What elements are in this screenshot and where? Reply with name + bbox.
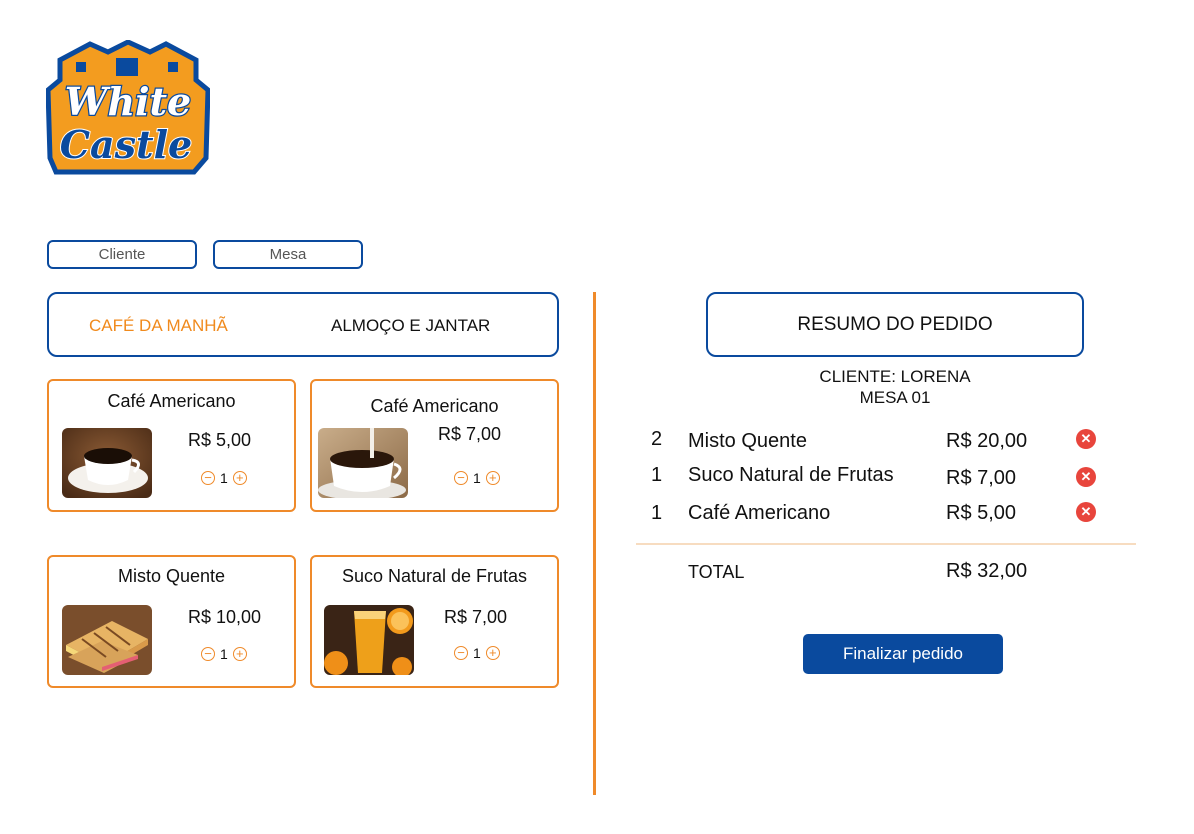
mesa-input[interactable] — [213, 240, 363, 269]
minus-icon[interactable]: − — [201, 471, 215, 485]
quantity-stepper: − 1 + — [201, 470, 247, 486]
product-card[interactable]: Café Americano R$ 5,00 − 1 + — [47, 379, 296, 512]
order-item-name: Café Americano — [688, 502, 831, 524]
tab-cafe-da-manha[interactable]: CAFÉ DA MANHÃ — [89, 294, 228, 355]
order-item-price: R$ 7,00 — [946, 467, 1017, 489]
grilled-sandwich-image — [62, 605, 152, 675]
svg-text:White: White — [65, 79, 191, 124]
remove-item-icon[interactable]: ✕ — [1076, 429, 1096, 449]
quantity-value: 1 — [473, 470, 481, 486]
plus-icon[interactable]: + — [232, 471, 247, 485]
remove-item-icon[interactable]: ✕ — [1076, 502, 1096, 522]
product-card[interactable]: Café Americano R$ 7,00 − 1 + — [310, 379, 559, 512]
plus-icon[interactable]: + — [232, 647, 247, 661]
tab-almoco-e-jantar[interactable]: ALMOÇO E JANTAR — [331, 294, 490, 355]
minus-icon[interactable]: − — [201, 647, 215, 661]
product-name: Suco Natural de Frutas — [341, 566, 528, 586]
remove-item-icon[interactable]: ✕ — [1076, 467, 1096, 487]
product-name: Café Americano — [107, 391, 236, 411]
quantity-stepper: − 1 + — [201, 646, 247, 662]
product-price: R$ 7,00 — [438, 424, 502, 444]
summary-mesa: MESA 01 — [859, 388, 931, 407]
order-item-qty: 1 — [651, 464, 663, 486]
summary-divider — [636, 543, 1136, 545]
quantity-value: 1 — [220, 646, 228, 662]
plus-icon[interactable]: + — [485, 646, 500, 660]
coffee-cup-image — [62, 428, 152, 498]
order-item-name: Suco Natural de Frutas — [688, 464, 894, 486]
quantity-stepper: − 1 + — [454, 470, 500, 486]
minus-icon[interactable]: − — [454, 646, 468, 660]
order-item-qty: 2 — [651, 428, 663, 450]
product-price: R$ 10,00 — [188, 607, 262, 627]
svg-text:Castle: Castle — [60, 122, 192, 167]
white-castle-logo: White Castle — [45, 39, 211, 176]
product-price: R$ 7,00 — [444, 607, 508, 627]
order-item-qty: 1 — [651, 502, 663, 524]
minus-icon[interactable]: − — [454, 471, 468, 485]
order-item-price: R$ 20,00 — [946, 430, 1028, 452]
summary-cliente: CLIENTE: LORENA — [819, 367, 971, 386]
product-name: Misto Quente — [117, 566, 226, 586]
summary-title: RESUMO DO PEDIDO — [706, 292, 1084, 357]
vertical-divider — [593, 292, 596, 795]
product-card[interactable]: Suco Natural de Frutas R$ 7,00 − 1 + — [310, 555, 559, 688]
product-name: Café Americano — [370, 396, 499, 416]
orange-juice-image — [324, 605, 414, 675]
quantity-value: 1 — [473, 645, 481, 661]
finalize-order-button[interactable]: Finalizar pedido — [803, 634, 1003, 674]
plus-icon[interactable]: + — [485, 471, 500, 485]
total-label: TOTAL — [688, 562, 745, 582]
quantity-stepper: − 1 + — [454, 645, 500, 661]
product-price: R$ 5,00 — [188, 430, 252, 450]
coffee-pour-image — [318, 428, 408, 498]
product-card[interactable]: Misto Quente R$ 10,00 − 1 + — [47, 555, 296, 688]
total-value: R$ 32,00 — [946, 560, 1028, 582]
order-item-price: R$ 5,00 — [946, 502, 1017, 524]
quantity-value: 1 — [220, 470, 228, 486]
order-item-name: Misto Quente — [688, 430, 807, 452]
menu-tabs: CAFÉ DA MANHÃ ALMOÇO E JANTAR — [47, 292, 559, 357]
cliente-input[interactable] — [47, 240, 197, 269]
